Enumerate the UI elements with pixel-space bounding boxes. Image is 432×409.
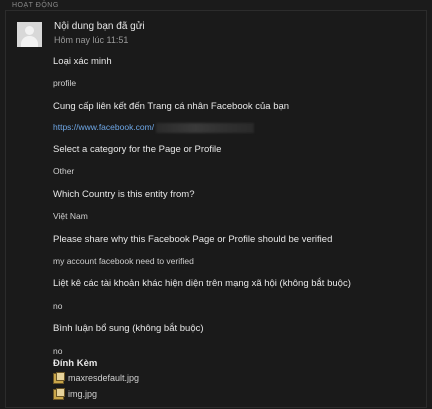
field-question: Which Country is this entity from?	[53, 189, 195, 200]
field-question: Cung cấp liên kết đến Trang cá nhân Face…	[53, 101, 290, 112]
field-answer: profile	[53, 78, 77, 88]
attachment-item[interactable]: maxresdefault.jpg	[53, 372, 139, 384]
field-answer: no	[53, 346, 63, 356]
submission-time: Hôm nay lúc 11:51	[54, 35, 129, 45]
submission-title: Nội dung bạn đã gửi	[54, 21, 145, 32]
field-question: Please share why this Facebook Page or P…	[53, 234, 333, 245]
field-question: Bình luận bổ sung (không bắt buộc)	[53, 323, 204, 334]
avatar	[17, 22, 42, 47]
activity-panel: Nội dung bạn đã gửi Hôm nay lúc 11:51 Lo…	[5, 10, 427, 408]
redacted-username	[156, 122, 255, 133]
avatar-body	[21, 36, 38, 47]
attachment-filename[interactable]: img.jpg	[68, 389, 97, 399]
image-file-icon	[53, 388, 65, 400]
field-answer: my account facebook need to verified	[53, 256, 194, 266]
field-answer: no	[53, 301, 63, 311]
image-file-icon	[53, 372, 65, 384]
attachments-title: Đính Kèm	[53, 358, 98, 369]
avatar-head	[25, 26, 34, 35]
field-question: Select a category for the Page or Profil…	[53, 144, 222, 155]
facebook-profile-link[interactable]: https://www.facebook.com/	[53, 122, 154, 132]
field-question: Liệt kê các tài khoản khác hiện diện trê…	[53, 278, 351, 289]
field-question: Loại xác minh	[53, 56, 112, 67]
field-answer: Việt Nam	[53, 211, 88, 221]
field-answer-link-row: https://www.facebook.com/	[53, 122, 255, 133]
field-answer: Other	[53, 166, 75, 176]
section-label: HOẠT ĐỘNG	[12, 2, 59, 9]
attachment-filename[interactable]: maxresdefault.jpg	[68, 373, 139, 383]
attachment-item[interactable]: img.jpg	[53, 388, 97, 400]
